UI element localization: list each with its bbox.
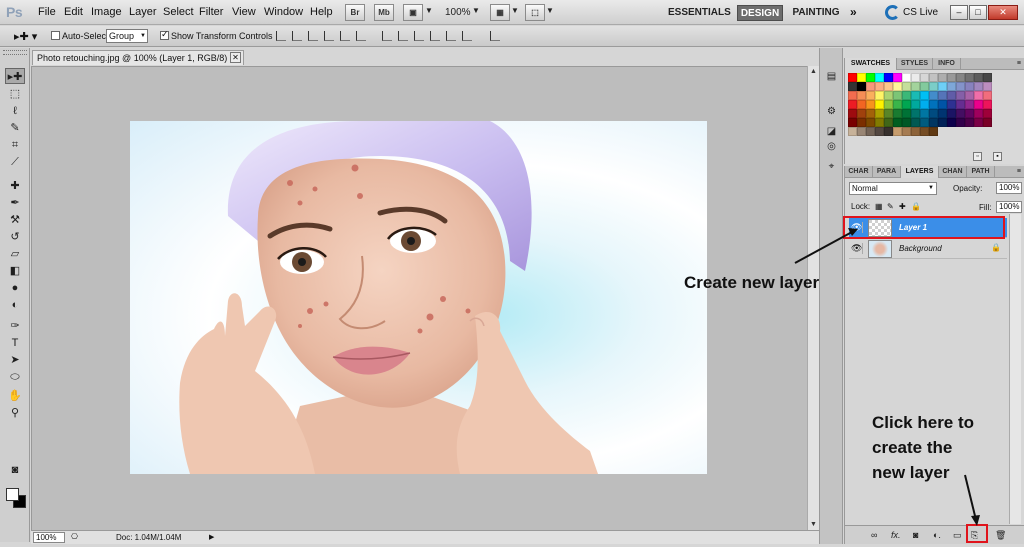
annotation-click-here-line-2: create the: [872, 438, 953, 457]
annotation-click-here-line-3: new layer: [872, 463, 950, 482]
annotation-arrows: [794, 228, 980, 526]
annotation-create-new-layer: Create new layer: [684, 273, 820, 292]
foreground-color-swatch[interactable]: [6, 488, 19, 501]
annotation-click-here-line-1: Click here to: [872, 413, 975, 432]
